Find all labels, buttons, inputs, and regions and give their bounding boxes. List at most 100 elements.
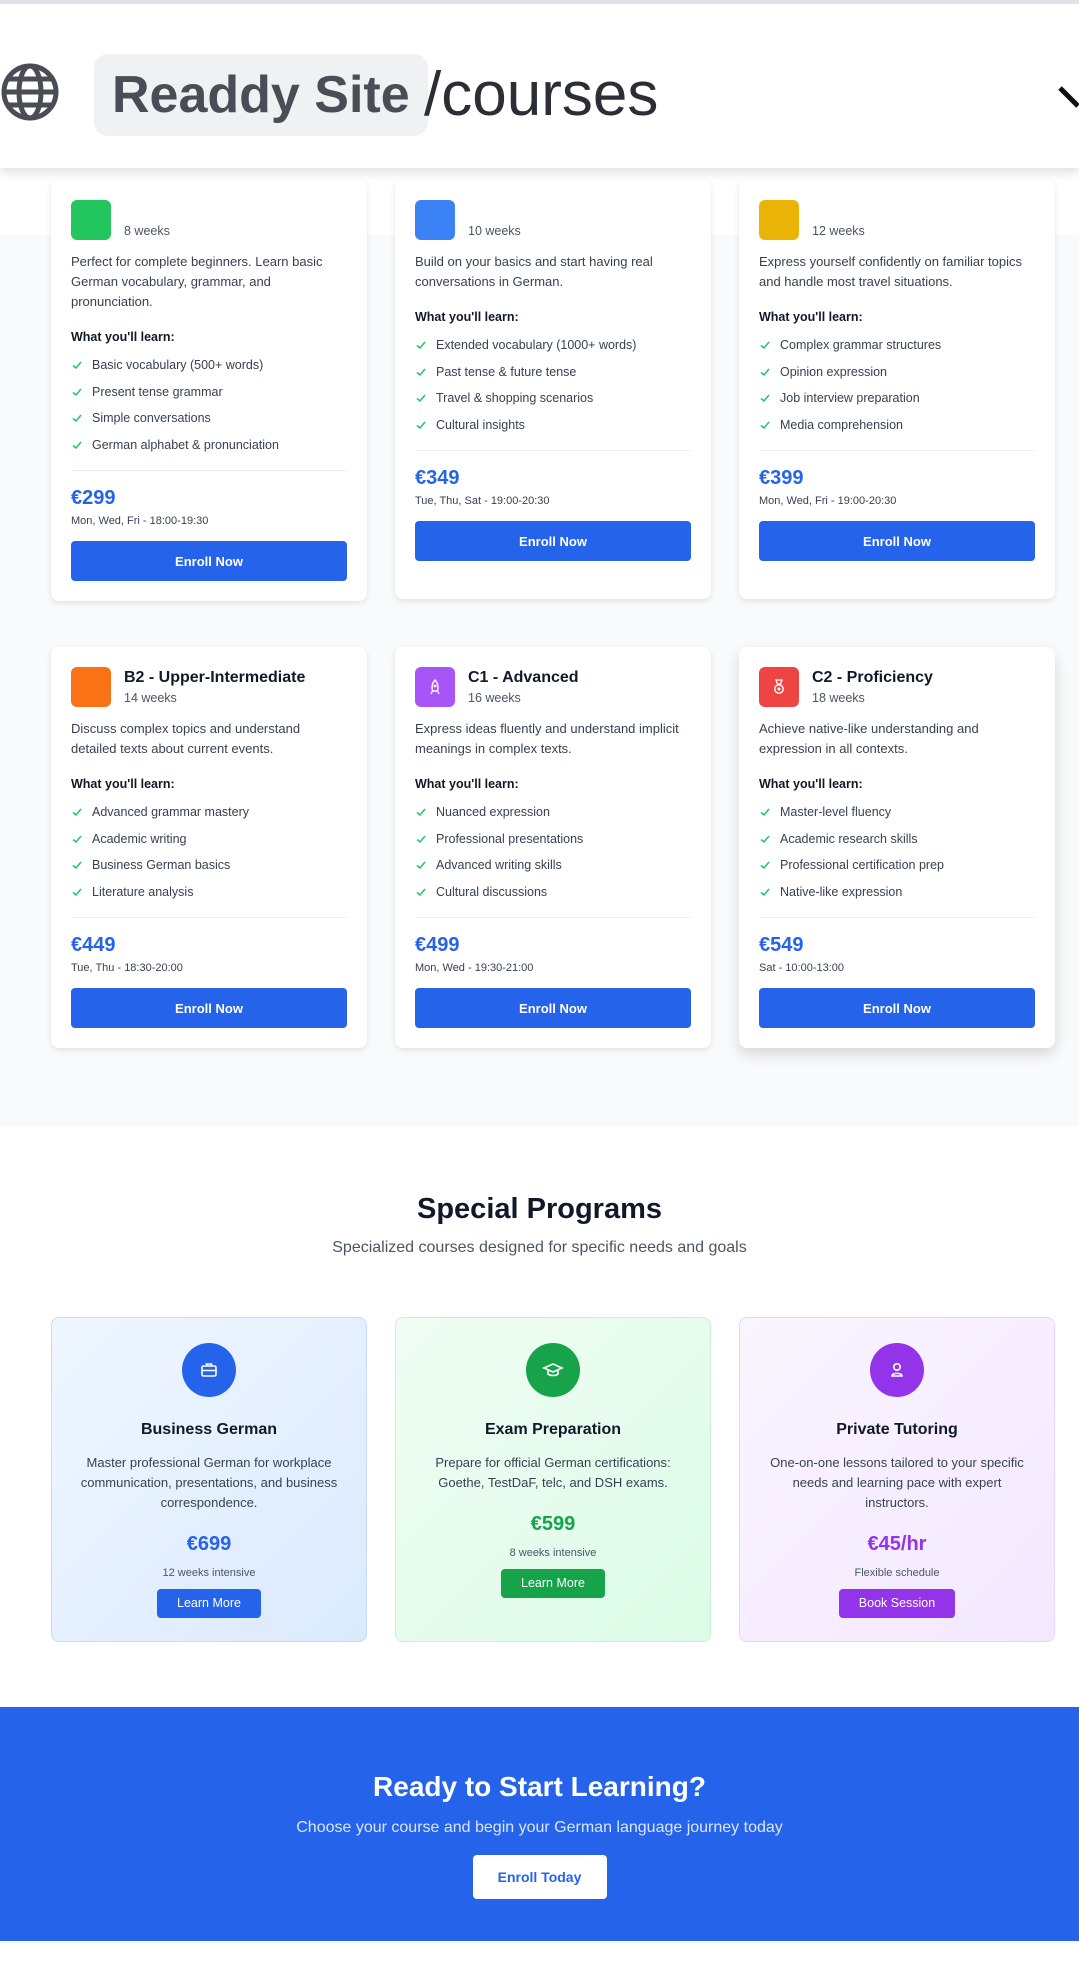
learn-heading: What you'll learn: bbox=[415, 777, 519, 791]
check-icon bbox=[760, 861, 770, 870]
enroll-button[interactable]: Enroll Now bbox=[759, 521, 1035, 561]
learn-heading: What you'll learn: bbox=[71, 777, 175, 791]
list-item: Professional presentations bbox=[415, 826, 691, 853]
course-schedule: Mon, Wed, Fri - 18:00-19:30 bbox=[71, 515, 209, 527]
course-card-b2: B2 - Upper-Intermediate 14 weeks Discuss … bbox=[51, 647, 367, 1048]
course-description: Express ideas fluently and understand im… bbox=[415, 721, 679, 756]
program-title: Private Tutoring bbox=[836, 1421, 958, 1438]
course-schedule: Mon, Wed - 19:30-21:00 bbox=[415, 962, 534, 974]
check-icon bbox=[416, 341, 426, 350]
list-item: Complex grammar structures bbox=[759, 332, 1035, 359]
course-price: €449 bbox=[71, 934, 116, 956]
program-card-business: Business German Master professional Germ… bbox=[51, 1317, 367, 1642]
list-item: Native-like expression bbox=[759, 879, 1035, 906]
learn-heading: What you'll learn: bbox=[415, 310, 519, 324]
course-price: €549 bbox=[759, 934, 804, 956]
program-price: €699 bbox=[186, 1533, 232, 1555]
list-item: Literature analysis bbox=[71, 879, 347, 906]
course-schedule: Tue, Thu, Sat - 19:00-20:30 bbox=[415, 495, 550, 507]
program-price: €599 bbox=[530, 1513, 576, 1535]
enroll-today-button[interactable]: Enroll Today bbox=[472, 1855, 607, 1899]
course-price: €299 bbox=[71, 487, 116, 509]
program-card-tutoring: Private Tutoring One-on-one lessons tail… bbox=[739, 1317, 1055, 1642]
list-item: Professional certification prep bbox=[759, 852, 1035, 879]
course-description: Perfect for complete beginners. Learn ba… bbox=[71, 254, 323, 309]
course-levels-section: 8 weeks Perfect for complete beginners. … bbox=[0, 180, 1079, 1127]
learn-list: Complex grammar structures Opinion expre… bbox=[759, 332, 1035, 438]
divider bbox=[71, 917, 347, 918]
check-icon bbox=[416, 808, 426, 817]
level-badge bbox=[759, 200, 799, 240]
enroll-button[interactable]: Enroll Now bbox=[759, 988, 1035, 1028]
check-icon bbox=[72, 361, 82, 370]
course-weeks: 16 weeks bbox=[468, 691, 521, 705]
check-icon bbox=[72, 414, 82, 423]
check-icon bbox=[760, 368, 770, 376]
list-item: Academic writing bbox=[71, 826, 347, 853]
browser-address-bar[interactable]: Readdy Site /courses bbox=[0, 0, 1079, 168]
enroll-button[interactable]: Enroll Now bbox=[71, 988, 347, 1028]
divider bbox=[415, 450, 691, 451]
course-price: €499 bbox=[415, 934, 460, 956]
course-price: €349 bbox=[415, 467, 460, 489]
check-icon bbox=[416, 394, 426, 403]
course-weeks: 14 weeks bbox=[124, 691, 177, 705]
enroll-button[interactable]: Enroll Now bbox=[415, 988, 691, 1028]
level-badge bbox=[71, 200, 111, 240]
url-path[interactable]: /courses bbox=[424, 56, 658, 134]
program-description: Master professional German for workplace… bbox=[80, 1455, 338, 1510]
learn-list: Basic vocabulary (500+ words) Present te… bbox=[71, 352, 347, 458]
briefcase-icon bbox=[182, 1343, 236, 1397]
list-item: Advanced writing skills bbox=[415, 852, 691, 879]
learn-more-button[interactable]: Learn More bbox=[501, 1569, 605, 1598]
program-title: Business German bbox=[140, 1421, 278, 1438]
check-icon bbox=[72, 888, 82, 896]
check-icon bbox=[416, 888, 426, 896]
list-item: Extended vocabulary (1000+ words) bbox=[415, 332, 691, 359]
course-card-b1: 12 weeks Express yourself confidently on… bbox=[739, 180, 1055, 599]
globe-icon bbox=[1, 63, 59, 121]
level-badge bbox=[415, 200, 455, 240]
check-icon bbox=[72, 808, 82, 817]
program-note: Flexible schedule bbox=[854, 1567, 940, 1579]
course-description: Discuss complex topics and understand de… bbox=[71, 721, 301, 756]
learn-more-button[interactable]: Learn More bbox=[157, 1589, 261, 1618]
list-item: Cultural insights bbox=[415, 412, 691, 439]
check-icon bbox=[72, 441, 82, 449]
book-session-button[interactable]: Book Session bbox=[838, 1589, 956, 1618]
check-icon bbox=[760, 835, 770, 843]
check-icon bbox=[760, 888, 770, 896]
course-title: C1 - Advanced bbox=[468, 669, 579, 686]
divider bbox=[759, 450, 1035, 451]
list-item: Opinion expression bbox=[759, 359, 1035, 386]
list-item: German alphabet & pronunciation bbox=[71, 432, 347, 459]
course-card-a1: 8 weeks Perfect for complete beginners. … bbox=[51, 180, 367, 601]
course-price: €399 bbox=[759, 467, 804, 489]
learn-list: Nuanced expression Professional presenta… bbox=[415, 799, 691, 905]
check-icon bbox=[760, 421, 770, 429]
cta-subtitle: Choose your course and begin your German… bbox=[296, 1819, 783, 1836]
check-icon bbox=[416, 861, 426, 870]
learn-list: Master-level fluency Academic research s… bbox=[759, 799, 1035, 905]
list-item: Business German basics bbox=[71, 852, 347, 879]
course-weeks: 10 weeks bbox=[468, 224, 521, 238]
course-weeks: 12 weeks bbox=[812, 224, 865, 238]
program-description: One-on-one lessons tailored to your spec… bbox=[770, 1455, 1024, 1510]
chevron-icon[interactable] bbox=[1058, 84, 1079, 114]
medal-icon bbox=[759, 667, 799, 707]
list-item: Cultural discussions bbox=[415, 879, 691, 906]
list-item: Simple conversations bbox=[71, 405, 347, 432]
program-note: 12 weeks intensive bbox=[162, 1567, 256, 1579]
section-subtitle: Specialized courses designed for specifi… bbox=[332, 1239, 747, 1256]
site-name-chip[interactable]: Readdy Site bbox=[94, 54, 428, 136]
learn-heading: What you'll learn: bbox=[759, 777, 863, 791]
enroll-button[interactable]: Enroll Now bbox=[415, 521, 691, 561]
divider bbox=[71, 470, 347, 471]
course-card-a2: 10 weeks Build on your basics and start … bbox=[395, 180, 711, 599]
list-item: Past tense & future tense bbox=[415, 359, 691, 386]
course-weeks: 8 weeks bbox=[124, 224, 170, 238]
enroll-button[interactable]: Enroll Now bbox=[71, 541, 347, 581]
program-description: Prepare for official German certificatio… bbox=[435, 1455, 671, 1490]
program-title: Exam Preparation bbox=[484, 1421, 622, 1438]
check-icon bbox=[72, 861, 82, 870]
